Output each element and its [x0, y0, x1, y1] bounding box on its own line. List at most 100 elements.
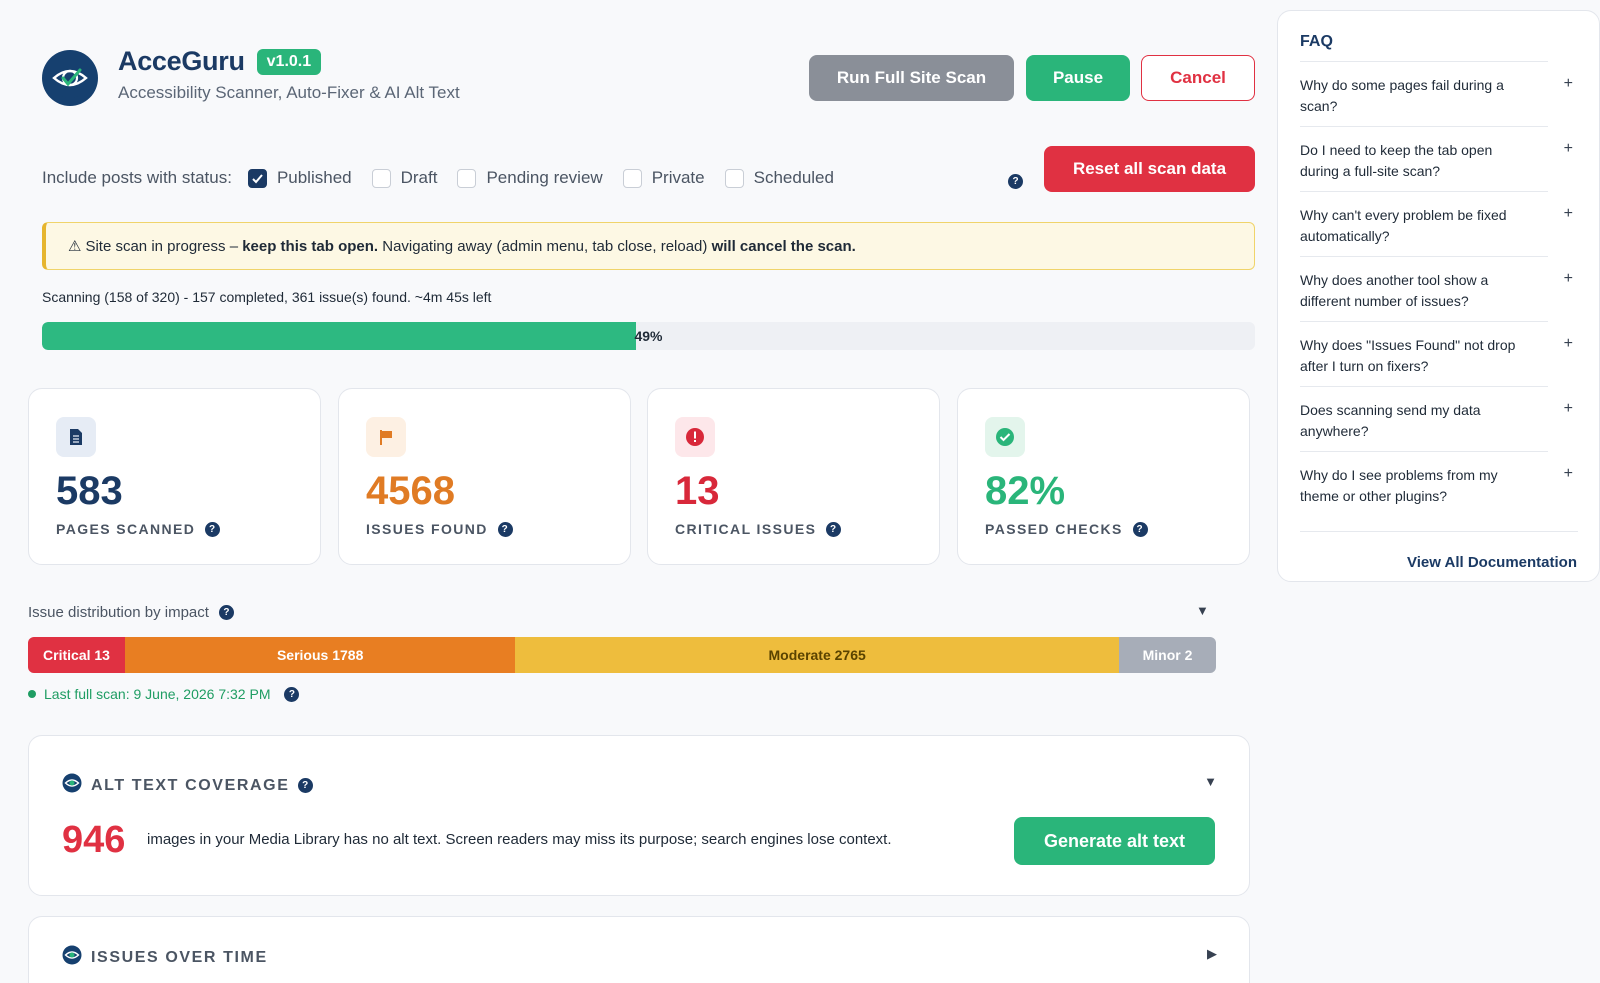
- faq-question: Do I need to keep the tab open during a …: [1300, 142, 1493, 179]
- chevron-right-icon[interactable]: ▶: [1207, 946, 1217, 962]
- segment-serious: Serious 1788: [125, 637, 516, 673]
- progress-label: 49%: [634, 328, 663, 344]
- eye-icon: [62, 773, 82, 798]
- faq-item[interactable]: Does scanning send my data anywhere? +: [1300, 386, 1573, 451]
- issue-distribution-bar: Critical 13 Serious 1788 Moderate 2765 M…: [28, 637, 1216, 673]
- checkbox[interactable]: [724, 168, 744, 188]
- status-option-label: Private: [651, 168, 705, 187]
- app-title: AcceGuru: [118, 46, 245, 76]
- status-option-label: Draft: [400, 168, 438, 187]
- status-option-draft[interactable]: Draft: [371, 168, 438, 188]
- stat-label-text: ISSUES FOUND: [366, 521, 488, 537]
- warning-bold-1: keep this tab open.: [242, 237, 379, 255]
- faq-question: Why does "Issues Found" not drop after I…: [1300, 337, 1516, 374]
- panel-title: ISSUES OVER TIME: [91, 948, 268, 966]
- faq-item[interactable]: Why do some pages fail during a scan? +: [1300, 61, 1573, 126]
- help-icon[interactable]: ?: [298, 778, 314, 793]
- warning-icon: ⚠: [68, 238, 82, 255]
- faq-panel: FAQ Why do some pages fail during a scan…: [1277, 10, 1600, 582]
- stat-label-text: CRITICAL ISSUES: [675, 521, 817, 537]
- issues-over-time-panel: ISSUES OVER TIME ▶: [28, 916, 1250, 983]
- segment-minor: Minor 2: [1118, 637, 1216, 673]
- help-icon[interactable]: ?: [205, 521, 221, 537]
- checkbox[interactable]: [371, 168, 391, 188]
- app-subtitle: Accessibility Scanner, Auto-Fixer & AI A…: [118, 83, 460, 102]
- document-icon: [56, 417, 96, 457]
- stat-label: PAGES SCANNED ?: [56, 521, 221, 537]
- warning-bold-2: will cancel the scan.: [711, 237, 856, 255]
- status-filter: Include posts with status: Published Dra…: [42, 168, 854, 188]
- status-option-scheduled[interactable]: Scheduled: [724, 168, 834, 188]
- faq-item[interactable]: Why does "Issues Found" not drop after I…: [1300, 321, 1573, 386]
- chevron-down-icon[interactable]: ▼: [1196, 603, 1209, 618]
- plus-icon[interactable]: +: [1564, 463, 1573, 484]
- eye-icon: [62, 945, 82, 970]
- run-full-site-scan-button[interactable]: Run Full Site Scan: [809, 55, 1014, 101]
- brand: AcceGuru v1.0.1 Accessibility Scanner, A…: [118, 46, 460, 103]
- stat-card-issues-found: 4568 ISSUES FOUND ?: [338, 388, 631, 565]
- stat-label: CRITICAL ISSUES ?: [675, 521, 842, 537]
- plus-icon[interactable]: +: [1564, 203, 1573, 224]
- version-badge: v1.0.1: [256, 48, 322, 75]
- plus-icon[interactable]: +: [1564, 333, 1573, 354]
- stat-value: 13: [675, 469, 720, 513]
- warning-prefix: Site scan in progress –: [85, 237, 243, 255]
- faq-item[interactable]: Why do I see problems from my theme or o…: [1300, 451, 1573, 516]
- plus-icon[interactable]: +: [1564, 268, 1573, 289]
- faq-item[interactable]: Why can't every problem be fixed automat…: [1300, 191, 1573, 256]
- pause-button[interactable]: Pause: [1026, 55, 1130, 101]
- view-all-documentation-link[interactable]: View All Documentation: [1407, 554, 1577, 571]
- stat-card-passed-checks: 82% PASSED CHECKS ?: [957, 388, 1250, 565]
- alt-text-missing-count: 946: [62, 819, 126, 861]
- reset-scan-data-button[interactable]: Reset all scan data: [1044, 146, 1255, 192]
- segment-moderate: Moderate 2765: [515, 637, 1119, 673]
- status-option-published[interactable]: Published: [247, 168, 352, 188]
- stat-value: 583: [56, 469, 123, 513]
- help-icon[interactable]: ?: [826, 521, 842, 537]
- panel-header[interactable]: ISSUES OVER TIME: [62, 945, 268, 970]
- stat-card-pages-scanned: 583 PAGES SCANNED ?: [28, 388, 321, 565]
- scan-progress-bar: 49%: [42, 322, 1255, 350]
- stat-card-critical-issues: 13 CRITICAL ISSUES ?: [647, 388, 940, 565]
- status-option-label: Scheduled: [753, 168, 834, 187]
- status-dot: [28, 690, 36, 698]
- help-icon[interactable]: ?: [218, 605, 234, 620]
- help-icon[interactable]: ?: [284, 686, 300, 702]
- stat-value: 82%: [985, 469, 1066, 513]
- checkbox[interactable]: [457, 168, 477, 188]
- checkbox[interactable]: [247, 168, 267, 188]
- checkbox[interactable]: [622, 168, 642, 188]
- flag-icon: [366, 417, 406, 457]
- faq-item[interactable]: Do I need to keep the tab open during a …: [1300, 126, 1573, 191]
- cancel-button[interactable]: Cancel: [1141, 55, 1255, 101]
- status-filter-label: Include posts with status:: [42, 168, 232, 187]
- faq-question: Does scanning send my data anywhere?: [1300, 402, 1481, 439]
- panel-header[interactable]: ALT TEXT COVERAGE ?: [62, 773, 314, 798]
- help-icon[interactable]: ?: [497, 521, 513, 537]
- stat-label-text: PASSED CHECKS: [985, 521, 1123, 537]
- help-icon[interactable]: ?: [1132, 521, 1148, 537]
- check-circle-icon: [985, 417, 1025, 457]
- scan-status-text: Scanning (158 of 320) - 157 completed, 3…: [42, 289, 492, 305]
- last-scan: Last full scan: 9 June, 2026 7:32 PM ?: [28, 686, 300, 702]
- scan-warning-banner: ⚠ Site scan in progress – keep this tab …: [42, 222, 1255, 270]
- plus-icon[interactable]: +: [1564, 398, 1573, 419]
- plus-icon[interactable]: +: [1564, 73, 1573, 94]
- status-option-label: Published: [276, 168, 352, 187]
- stat-label: PASSED CHECKS ?: [985, 521, 1148, 537]
- generate-alt-text-button[interactable]: Generate alt text: [1014, 817, 1215, 865]
- main-content: AcceGuru v1.0.1 Accessibility Scanner, A…: [0, 0, 1270, 983]
- help-icon[interactable]: ?: [1008, 174, 1023, 189]
- faq-question: Why do I see problems from my theme or o…: [1300, 467, 1498, 504]
- plus-icon[interactable]: +: [1564, 138, 1573, 159]
- panel-title: ALT TEXT COVERAGE: [91, 776, 290, 794]
- chevron-down-icon[interactable]: ▼: [1204, 774, 1217, 789]
- warning-middle: Navigating away (admin menu, tab close, …: [378, 237, 712, 255]
- faq-question: Why do some pages fail during a scan?: [1300, 77, 1504, 114]
- faq-item[interactable]: Why does another tool show a different n…: [1300, 256, 1573, 321]
- stat-label-text: PAGES SCANNED: [56, 521, 196, 537]
- status-option-pending-review[interactable]: Pending review: [457, 168, 603, 188]
- status-option-label: Pending review: [486, 168, 603, 187]
- segment-critical: Critical 13: [28, 637, 125, 673]
- status-option-private[interactable]: Private: [622, 168, 705, 188]
